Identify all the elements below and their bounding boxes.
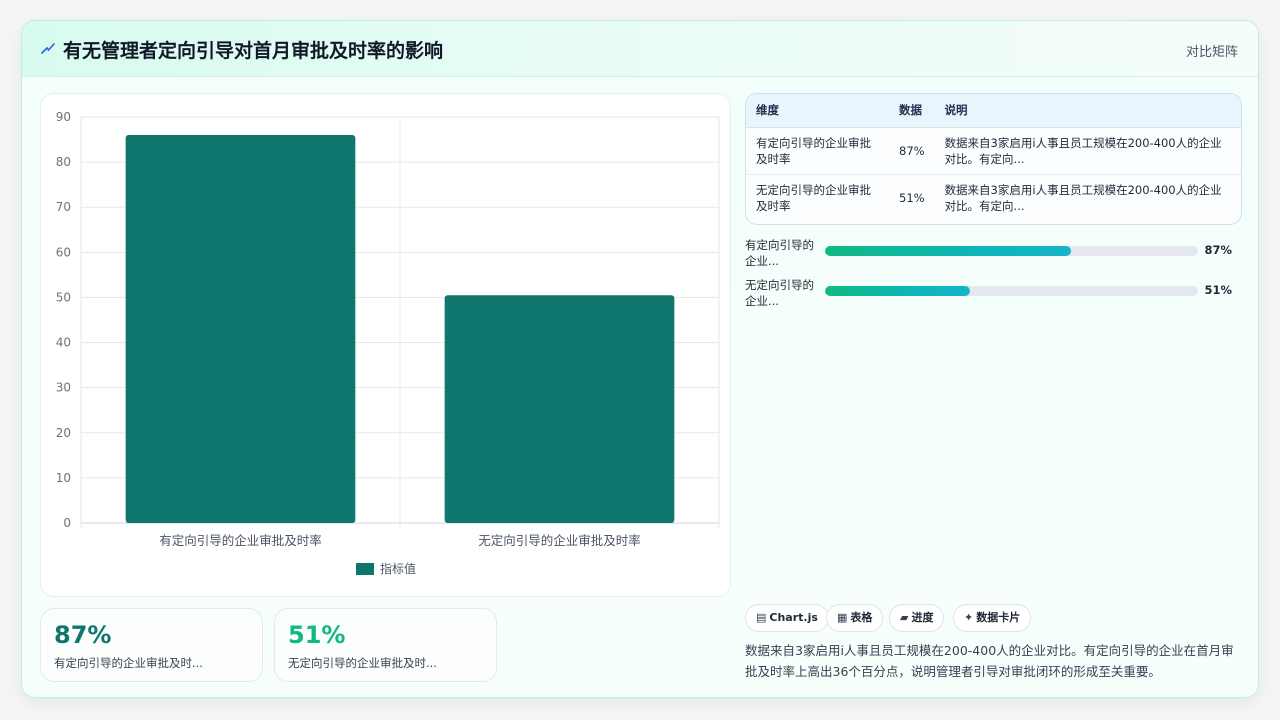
stat-card-with-guidance: 87% 有定向引导的企业审批及时...: [40, 608, 263, 682]
table-cell-description: 数据来自3家启用i人事且员工规模在200-400人的企业对比。有定向...: [934, 127, 1241, 175]
comparison-table: 维度 数据 说明 有定向引导的企业审批及时率 87% 数据来自3家启用i人事且员…: [745, 93, 1242, 225]
stat-card-without-guidance: 51% 无定向引导的企业审批及时...: [274, 608, 497, 682]
table-header-description: 说明: [934, 94, 1241, 128]
y-tick-label: 40: [56, 336, 71, 350]
progress-value: 51%: [1204, 283, 1232, 297]
legend-swatch: [356, 563, 374, 575]
chip-label: 数据卡片: [976, 611, 1021, 624]
chip-label: Chart.js: [769, 611, 818, 624]
table-cell-value: 87%: [889, 127, 935, 175]
page-title: 有无管理者定向引导对首月审批及时率的影响: [63, 40, 444, 62]
chart-icon: ▤: [756, 611, 767, 624]
bar: [125, 135, 356, 524]
progress-value: 87%: [1204, 243, 1232, 257]
table-cell-description: 数据来自3家启用i人事且员工规模在200-400人的企业对比。有定向...: [944, 182, 1222, 213]
stat-label: 无定向引导的企业审批及时...: [288, 656, 437, 670]
table-row: 有定向引导的企业审批及时率 87% 数据来自3家启用i人事且员工规模在200-4…: [746, 127, 1241, 175]
progress-chip[interactable]: ▰ 进度: [889, 604, 945, 632]
bar: [444, 295, 675, 523]
bar-chart: 0 10 20 30 40 50 60 70 80 90 有定向引导的企业审批及时率 无定向引导的企业…: [56, 110, 720, 576]
sparkle-icon: ✦: [964, 611, 974, 624]
table-cell-dimension: 无定向引导的企业审批及时率: [756, 182, 871, 213]
table-chip[interactable]: ▦ 表格: [826, 604, 884, 632]
legend-label: 指标值: [380, 561, 416, 576]
table-header-row: 维度 数据 说明: [746, 94, 1241, 128]
table-cell-value: 51%: [899, 190, 925, 205]
y-tick-label: 60: [56, 245, 71, 259]
y-tick-label: 90: [56, 110, 71, 124]
header-bar: 有无管理者定向引导对首月审批及时率的影响 对比矩阵: [22, 21, 1258, 77]
table-row: 无定向引导的企业审批及时率 51% 数据来自3家启用i人事且员工规模在200-4…: [746, 174, 1241, 221]
lightning-icon: [41, 43, 55, 54]
chip-label: 表格: [850, 611, 873, 624]
table-cell-dimension: 有定向引导的企业审批及时率: [746, 127, 889, 175]
summary-text: 数据来自3家启用i人事且员工规模在200-400人的企业对比。有定向引导的企业在…: [745, 643, 1234, 679]
y-tick-label: 0: [63, 516, 71, 530]
table-header-dimension: 维度: [746, 94, 889, 128]
bar-chart-panel: 0 10 20 30 40 50 60 70 80 90 有定向引导的企业审批及时率 无定向引导的企业…: [40, 93, 731, 597]
x-tick-label: 无定向引导的企业审批及时率: [478, 533, 641, 548]
stat-value: 87%: [54, 621, 112, 649]
x-tick-label: 有定向引导的企业审批及时率: [159, 533, 322, 548]
progress-label: 有定向引导的企业...: [745, 238, 814, 268]
stat-label: 有定向引导的企业审批及时...: [54, 656, 203, 670]
chartjs-chip[interactable]: ▤ Chart.js: [745, 604, 829, 632]
y-tick-label: 30: [56, 381, 71, 395]
progress-track: [825, 246, 1198, 256]
progress-fill: [825, 286, 971, 296]
progress-icon: ▰: [900, 611, 909, 624]
y-tick-label: 70: [56, 200, 71, 214]
y-tick-label: 80: [56, 155, 71, 169]
compare-matrix-link[interactable]: 对比矩阵: [1186, 41, 1238, 60]
y-tick-label: 20: [56, 426, 71, 440]
table-header-value: 数据: [889, 94, 935, 128]
progress-track: [825, 286, 1198, 296]
dashboard-card: 有无管理者定向引导对首月审批及时率的影响 对比矩阵 0 10 20 30 40 50 60 7…: [21, 20, 1259, 698]
progress-label: 无定向引导的企业...: [745, 278, 814, 308]
data-card-chip[interactable]: ✦ 数据卡片: [953, 604, 1032, 632]
table-icon: ▦: [837, 611, 848, 624]
progress-fill: [825, 246, 1072, 256]
progress-row-with-guidance: 有定向引导的企业... 87%: [745, 237, 1242, 271]
chip-label: 进度: [911, 611, 934, 624]
y-tick-label: 10: [56, 471, 71, 485]
progress-row-without-guidance: 无定向引导的企业... 51%: [745, 277, 1242, 311]
stat-value: 51%: [288, 621, 346, 649]
y-tick-label: 50: [56, 290, 71, 304]
